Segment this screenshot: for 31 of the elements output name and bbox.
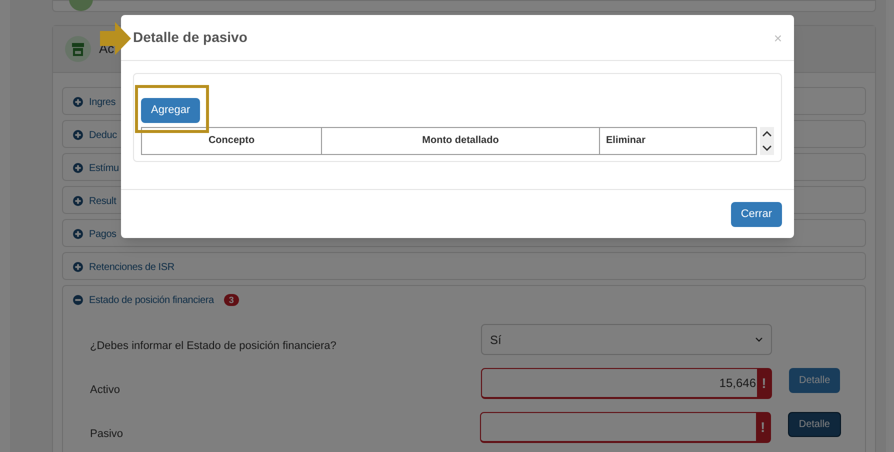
select-field[interactable]: Sí xyxy=(481,324,772,355)
app-icon xyxy=(69,0,93,11)
amount-field[interactable]: ! xyxy=(480,412,771,443)
section-title: Retenciones de ISR xyxy=(89,260,174,274)
add-button[interactable]: Agregar xyxy=(141,98,200,123)
column-header: Monto detallado xyxy=(321,128,599,154)
chevron-down-icon xyxy=(755,337,763,342)
modal-title: Detalle de pasivo xyxy=(133,28,248,47)
section-title: Estado de posición financiera xyxy=(89,294,214,308)
amount-field[interactable]: 15,646 ! xyxy=(481,368,772,399)
column-header: Concepto xyxy=(207,134,256,148)
question-label: ¿Debes informar el Estado de posición financiera? xyxy=(90,338,338,354)
section-title: Deduc xyxy=(89,128,117,142)
column-header: Eliminar xyxy=(599,128,756,154)
field-label: Pasivo xyxy=(90,426,124,442)
section-title: Result xyxy=(89,194,116,208)
field-label: Activo xyxy=(90,382,121,398)
accordion-section[interactable]: Estado de posición financiera 3 ¿Debes informar el Estado de posición financiera? Sí Activo 15,646 ! Detalle Pasivo ! Detalle xyxy=(62,285,866,452)
detail-button[interactable]: Detalle xyxy=(788,412,841,437)
count-badge: 3 xyxy=(224,294,239,306)
section-title: Ingres xyxy=(89,96,116,110)
close-dialog-button[interactable]: Cerrar xyxy=(730,202,782,226)
error-mark: ! xyxy=(757,369,771,397)
store-icon xyxy=(65,36,91,62)
scroll-arrows-icon xyxy=(760,126,774,155)
pointer-arrow-icon xyxy=(100,22,131,55)
detail-button[interactable]: Detalle xyxy=(789,368,840,393)
section-title: Pagos xyxy=(89,228,116,242)
section-title: Estímu xyxy=(89,162,119,176)
error-mark: ! xyxy=(756,413,770,441)
accordion-section[interactable]: Retenciones de ISR xyxy=(62,252,866,280)
